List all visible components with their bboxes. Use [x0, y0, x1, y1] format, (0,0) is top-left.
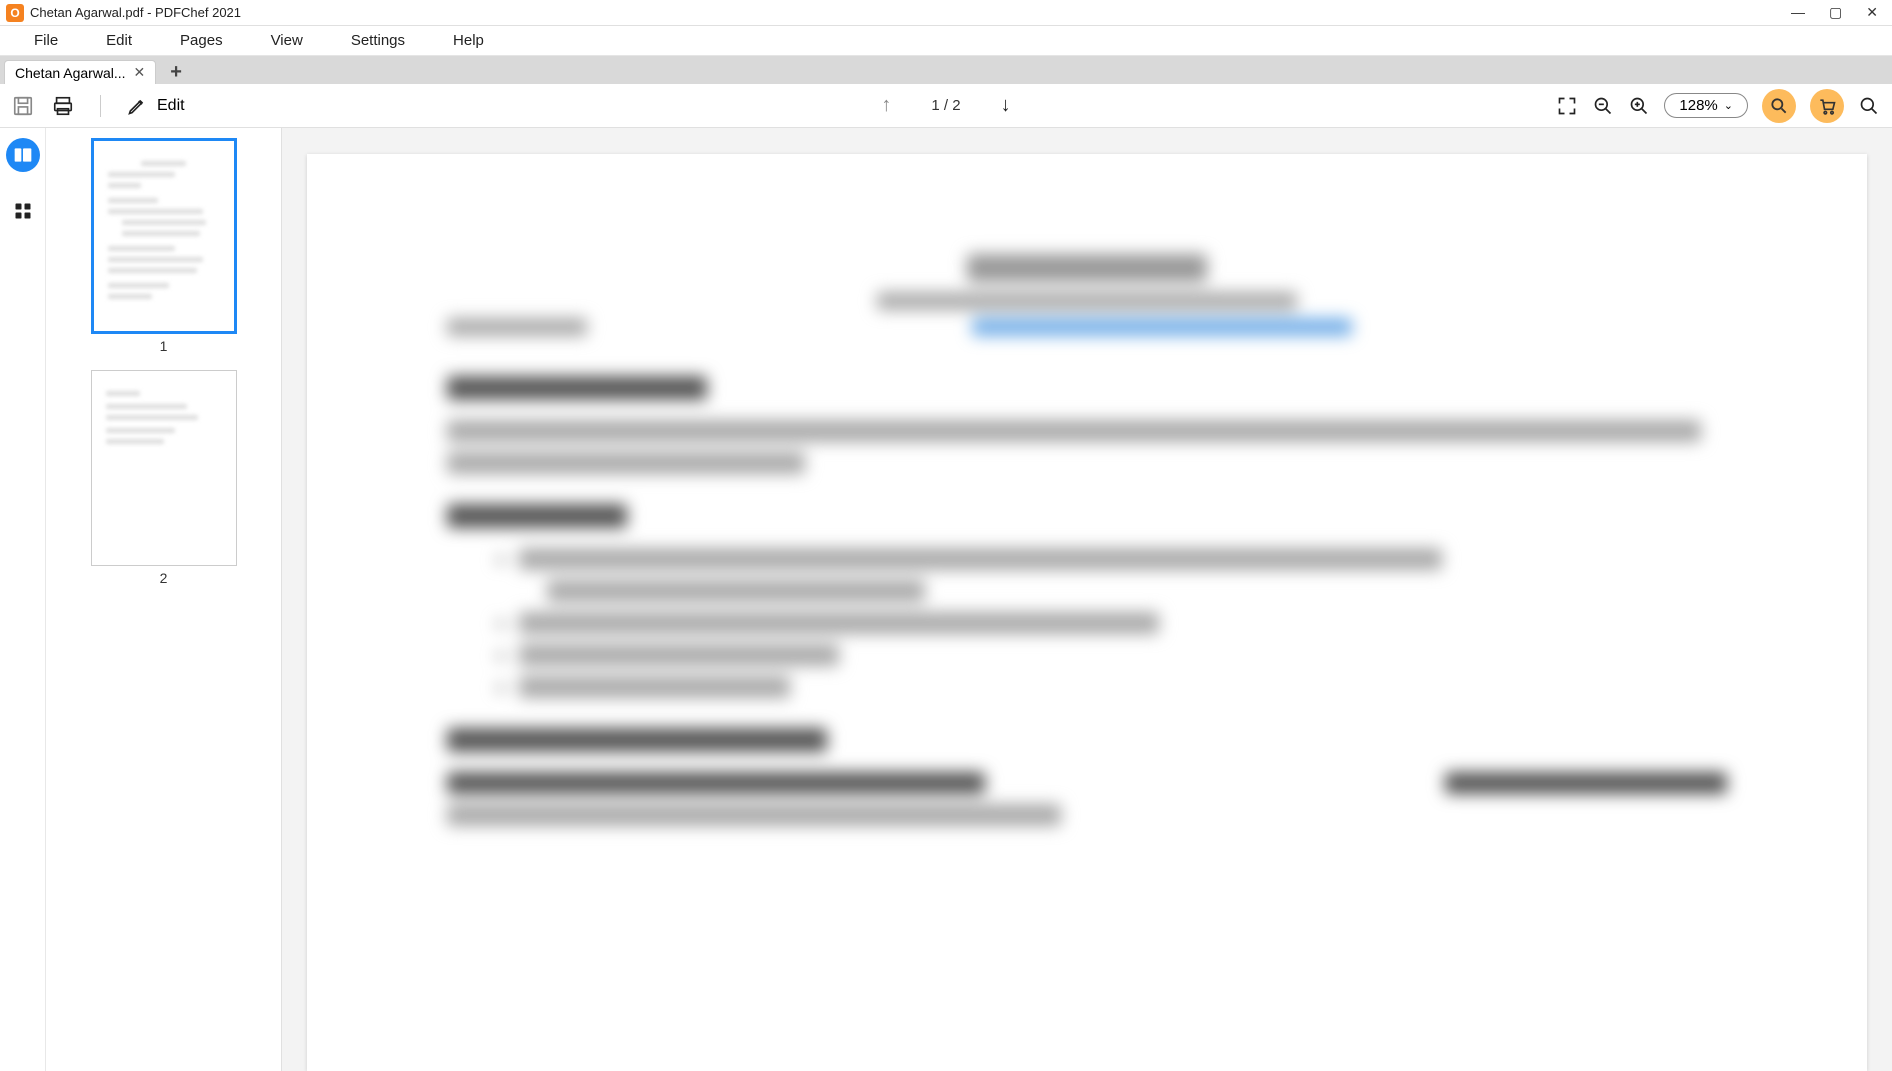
menu-edit[interactable]: Edit — [82, 26, 156, 56]
page-content-blurred — [447, 254, 1727, 826]
edit-label: Edit — [157, 97, 185, 115]
fullscreen-icon[interactable] — [1556, 95, 1578, 117]
tabbar: Chetan Agarwal... ✕ + — [0, 56, 1892, 84]
tab-label: Chetan Agarwal... — [15, 65, 126, 81]
search-icon[interactable] — [1858, 95, 1880, 117]
toolbar-divider — [100, 95, 101, 117]
save-icon[interactable] — [12, 95, 34, 117]
app-icon: O — [6, 4, 24, 22]
prev-page-icon[interactable]: ↑ — [881, 94, 891, 117]
zoom-value: 128% — [1679, 97, 1717, 114]
new-tab-button[interactable]: + — [160, 60, 192, 84]
toolbar: Edit ↑ 1 / 2 ↓ 128% ⌄ — [0, 84, 1892, 128]
page-thumbnail-2[interactable] — [91, 370, 237, 566]
menu-help[interactable]: Help — [429, 26, 508, 56]
window-title: Chetan Agarwal.pdf - PDFChef 2021 — [30, 5, 1791, 20]
window-titlebar: O Chetan Agarwal.pdf - PDFChef 2021 — ▢ … — [0, 0, 1892, 26]
main-area: 1 2 — [0, 128, 1892, 1071]
document-viewer[interactable] — [282, 128, 1892, 1071]
page-thumbnail-1[interactable] — [91, 138, 237, 334]
menu-settings[interactable]: Settings — [327, 26, 429, 56]
menubar: File Edit Pages View Settings Help — [0, 26, 1892, 56]
sidebar-rail — [0, 128, 46, 1071]
maximize-button[interactable]: ▢ — [1829, 4, 1842, 21]
zoom-dropdown[interactable]: 128% ⌄ — [1664, 93, 1748, 118]
minimize-button[interactable]: — — [1791, 4, 1805, 21]
zoom-out-icon[interactable] — [1592, 95, 1614, 117]
page-indicator: 1 / 2 — [931, 97, 960, 114]
document-page — [307, 154, 1867, 1071]
chevron-down-icon: ⌄ — [1724, 99, 1733, 112]
thumbnail-panel: 1 2 — [46, 128, 282, 1071]
pencil-icon — [127, 96, 147, 116]
edit-button[interactable]: Edit — [127, 96, 185, 116]
print-icon[interactable] — [52, 95, 74, 117]
document-tab[interactable]: Chetan Agarwal... ✕ — [4, 60, 156, 84]
menu-pages[interactable]: Pages — [156, 26, 247, 56]
zoom-in-icon[interactable] — [1628, 95, 1650, 117]
search-highlight-button[interactable] — [1762, 89, 1796, 123]
grid-view-icon[interactable] — [6, 194, 40, 228]
thumbnail-number-2: 2 — [160, 570, 168, 586]
cart-button[interactable] — [1810, 89, 1844, 123]
close-button[interactable]: ✕ — [1866, 4, 1878, 21]
menu-view[interactable]: View — [247, 26, 327, 56]
close-tab-icon[interactable]: ✕ — [134, 64, 146, 81]
next-page-icon[interactable]: ↓ — [1001, 94, 1011, 117]
menu-file[interactable]: File — [10, 26, 82, 56]
thumbnails-toggle[interactable] — [6, 138, 40, 172]
thumbnail-number-1: 1 — [160, 338, 168, 354]
